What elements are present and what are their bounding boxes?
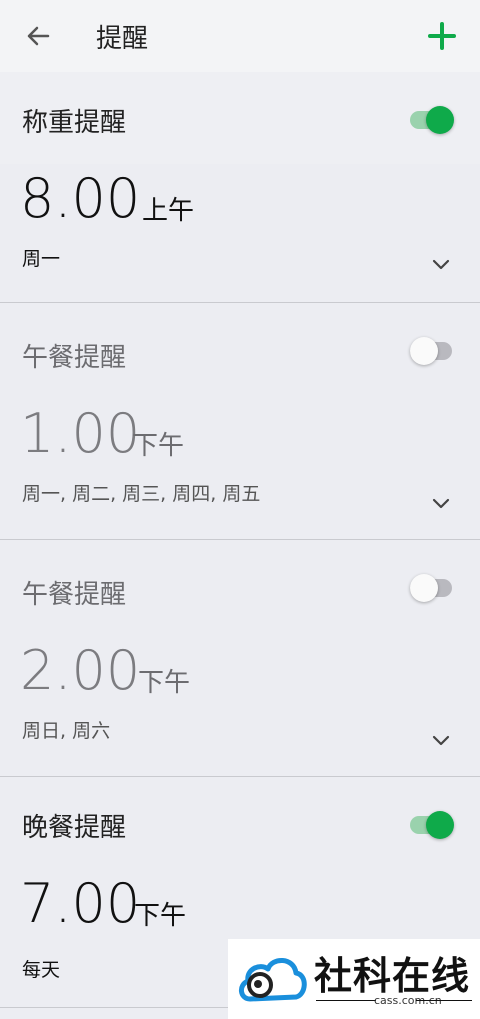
reminder-days: 周一, 周二, 周三, 周四, 周五: [22, 483, 261, 505]
time-period: 下午: [134, 901, 187, 931]
reminder-toggle[interactable]: [410, 574, 456, 602]
add-reminder-plus-icon[interactable]: [426, 20, 458, 52]
watermark-name: 社科在线: [314, 954, 471, 998]
reminder-card[interactable]: 称重提醒 8.00 上午 周一: [0, 72, 480, 303]
reminder-toggle[interactable]: [410, 106, 456, 134]
time-value: 7.00: [20, 872, 141, 935]
watermark-divider: [316, 1000, 376, 1001]
time-period: 上午: [142, 196, 195, 226]
reminder-days-row[interactable]: 周一: [0, 244, 480, 302]
reminder-days-row[interactable]: 周日, 周六: [0, 716, 480, 776]
reminder-days: 每天: [22, 959, 61, 981]
reminder-title: 称重提醒: [22, 108, 127, 138]
reminder-days: 周日, 周六: [22, 720, 111, 742]
chevron-down-icon[interactable]: [430, 732, 452, 748]
reminder-header: 晚餐提醒: [0, 777, 480, 869]
reminder-days: 周一: [22, 248, 61, 270]
reminder-time[interactable]: 1.00 下午: [0, 399, 480, 479]
time-period: 下午: [138, 668, 191, 698]
time-value: 2.00: [20, 639, 141, 702]
reminder-header: 午餐提醒: [0, 303, 480, 399]
reminder-time[interactable]: 8.00 上午: [0, 164, 480, 244]
back-arrow-icon[interactable]: [22, 20, 54, 52]
reminder-title: 午餐提醒: [22, 343, 127, 373]
page-title: 提醒: [96, 24, 149, 54]
toggle-thumb: [426, 106, 454, 134]
time-value: 8.00: [20, 167, 141, 230]
reminder-card[interactable]: 午餐提醒 1.00 下午 周一, 周二, 周三, 周四, 周五: [0, 303, 480, 540]
reminder-toggle[interactable]: [410, 811, 456, 839]
time-value: 1.00: [20, 402, 141, 465]
reminder-title: 午餐提醒: [22, 580, 127, 610]
reminder-title: 晚餐提醒: [22, 813, 127, 843]
app-bar: 提醒: [0, 0, 480, 72]
reminder-card[interactable]: 午餐提醒 2.00 下午 周日, 周六: [0, 540, 480, 777]
toggle-thumb: [410, 574, 438, 602]
time-period: 下午: [132, 431, 185, 461]
reminder-time[interactable]: 7.00 下午: [0, 869, 480, 949]
chevron-down-icon[interactable]: [430, 495, 452, 511]
watermark-divider: [416, 1000, 472, 1001]
reminder-header: 午餐提醒: [0, 540, 480, 636]
reminder-toggle[interactable]: [410, 337, 456, 365]
reminder-days-row[interactable]: 周一, 周二, 周三, 周四, 周五: [0, 479, 480, 539]
chevron-down-icon[interactable]: [430, 256, 452, 272]
watermark: 社科在线 cass.com.cn: [228, 939, 480, 1019]
toggle-thumb: [426, 811, 454, 839]
reminder-header: 称重提醒: [0, 72, 480, 164]
cloud-eye-logo-icon: [239, 958, 307, 1002]
reminder-time[interactable]: 2.00 下午: [0, 636, 480, 716]
toggle-thumb: [410, 337, 438, 365]
